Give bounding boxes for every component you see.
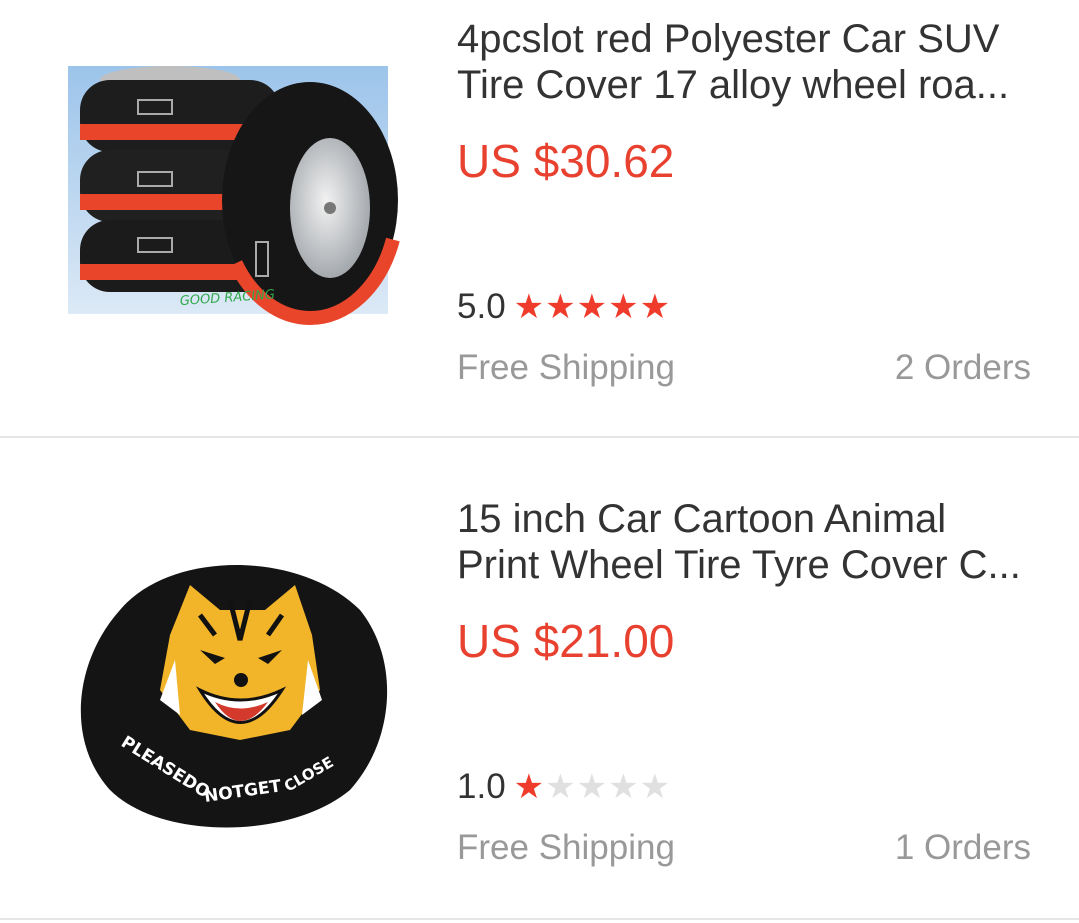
product-info: 4pcslot red Polyester Car SUV Tire Cover… [457, 0, 1031, 436]
star-icon: ★ [639, 768, 671, 806]
product-card[interactable]: PLEASEDO NOTGET CLOSE 15 inch Car Cartoo… [0, 480, 1079, 920]
product-image-tire-covers[interactable]: GOOD RACING [50, 40, 410, 380]
product-title-line: Tire Cover 17 alloy wheel roa... [457, 63, 1010, 107]
product-title[interactable]: 4pcslot red Polyester Car SUV Tire Cover… [457, 16, 1031, 108]
star-rating: ★★★★★ [514, 770, 671, 804]
orders-count: 2 Orders [894, 348, 1031, 387]
product-title-line: 15 inch Car Cartoon Animal [457, 497, 947, 541]
star-icon: ★ [639, 288, 671, 326]
orders-count: 1 Orders [894, 828, 1031, 867]
product-title-line: 4pcslot red Polyester Car SUV [457, 17, 1000, 61]
product-price: US $30.62 [457, 135, 675, 187]
star-icon: ★ [576, 768, 608, 806]
rating-value: 5.0 [457, 287, 506, 326]
rating-row: 5.0 ★★★★★ [457, 285, 671, 329]
product-info: 15 inch Car Cartoon Animal Print Wheel T… [457, 480, 1031, 918]
star-icon: ★ [513, 288, 545, 326]
product-title[interactable]: 15 inch Car Cartoon Animal Print Wheel T… [457, 496, 1031, 588]
product-price: US $21.00 [457, 615, 675, 667]
star-icon: ★ [608, 768, 639, 806]
star-icon: ★ [545, 288, 576, 326]
star-icon: ★ [576, 288, 608, 326]
shipping-label: Free Shipping [457, 348, 675, 387]
star-icon: ★ [608, 288, 639, 326]
rating-value: 1.0 [457, 767, 506, 806]
star-icon: ★ [513, 768, 545, 806]
star-rating: ★★★★★ [514, 290, 671, 324]
product-card[interactable]: GOOD RACING 4pcslot red Polyester Car SU… [0, 0, 1079, 438]
product-title-line: Print Wheel Tire Tyre Cover C... [457, 543, 1021, 587]
star-icon: ★ [545, 768, 576, 806]
product-image-tiger-tire-cover[interactable]: PLEASEDO NOTGET CLOSE [50, 540, 410, 880]
rating-row: 1.0 ★★★★★ [457, 765, 671, 809]
shipping-label: Free Shipping [457, 828, 675, 867]
